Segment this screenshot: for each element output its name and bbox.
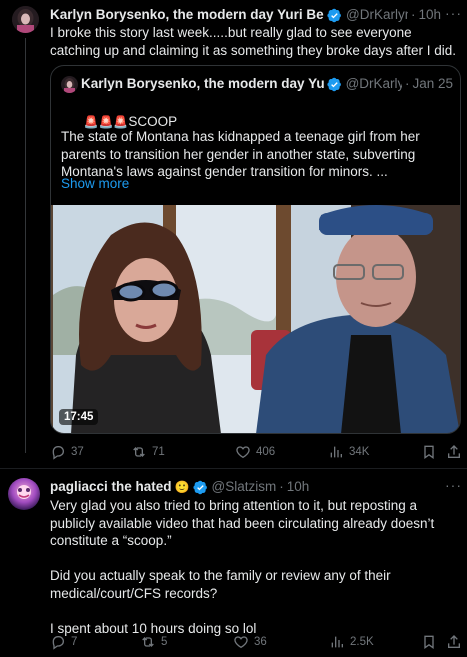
reply-count: 37 — [71, 446, 84, 458]
like-button[interactable]: 406 — [235, 444, 275, 460]
like-count: 406 — [256, 446, 276, 458]
like-button[interactable]: 36 — [233, 634, 267, 650]
reply-count: 7 — [71, 636, 78, 648]
headline-text: SCOOP — [128, 113, 178, 129]
share-icon — [448, 445, 460, 458]
post-time[interactable]: 10h — [287, 478, 310, 496]
separator-dot: · — [411, 7, 416, 22]
post-1: Karlyn Borysenko, the modern day Yuri Be… — [0, 0, 467, 460]
views-button[interactable]: 34K — [328, 444, 369, 460]
video-player[interactable]: 17:45 — [51, 205, 460, 433]
author-emoji: 🙂 — [174, 480, 190, 494]
author-name[interactable]: Karlyn Borysenko, the modern day Yuri Be… — [50, 6, 324, 24]
view-count: 34K — [349, 446, 370, 458]
reply-icon — [52, 446, 65, 460]
quoted-author-line: Karlyn Borysenko, the modern day Yuri Be… — [81, 75, 453, 93]
view-count: 2.5K — [350, 636, 374, 648]
share-icon — [448, 635, 460, 648]
video-thumbnail — [51, 205, 460, 433]
views-icon — [330, 446, 342, 458]
reply-button[interactable]: 7 — [50, 634, 77, 650]
bookmark-icon — [424, 635, 434, 649]
post-text: I broke this story last week.....but rea… — [50, 25, 456, 58]
quoted-post[interactable]: Karlyn Borysenko, the modern day Yuri Be… — [50, 65, 461, 434]
separator-dot: · — [279, 479, 284, 494]
quoted-body: The state of Montana has kidnapped a tee… — [61, 129, 424, 179]
siren-emoji-icons: 🚨🚨🚨 — [83, 114, 129, 129]
views-icon — [331, 636, 343, 648]
repost-icon — [142, 637, 154, 647]
quoted-post-time: Jan 25 — [412, 76, 453, 91]
share-button[interactable] — [446, 444, 462, 465]
show-more-link[interactable]: Show more — [61, 176, 129, 191]
author-avatar[interactable] — [12, 6, 39, 33]
post-2-actions: 7 5 36 2.5K — [50, 634, 462, 654]
post-time[interactable]: 10h — [419, 6, 442, 24]
more-options-icon[interactable]: ··· — [445, 5, 462, 21]
quoted-author-handle: @DrKarlynB — [345, 76, 402, 91]
video-duration: 17:45 — [59, 409, 99, 425]
heart-icon — [236, 446, 250, 459]
repost-icon — [133, 447, 145, 457]
post-2: pagliacci the hated 🙂 @Slatzism · 10h ··… — [0, 472, 467, 657]
bookmark-button[interactable] — [421, 634, 437, 655]
author-name[interactable]: pagliacci the hated — [50, 478, 172, 496]
author-handle[interactable]: @Slatzism — [212, 478, 277, 496]
quoted-author-name: Karlyn Borysenko, the modern day Yuri Be… — [81, 76, 324, 91]
bookmark-icon — [424, 445, 434, 459]
verified-badge-icon — [192, 480, 207, 494]
author-handle[interactable]: @DrKarlynB — [346, 6, 408, 24]
verified-badge-icon — [327, 77, 341, 91]
author-avatar[interactable] — [8, 478, 40, 510]
separator-dot: · — [404, 76, 410, 91]
reply-button[interactable]: 37 — [50, 444, 84, 460]
bookmark-button[interactable] — [421, 444, 437, 465]
reply-icon — [52, 636, 65, 650]
repost-count: 5 — [161, 636, 168, 648]
heart-icon — [234, 636, 248, 649]
thread-line — [25, 38, 26, 453]
repost-button[interactable]: 5 — [140, 634, 167, 650]
author-line: pagliacci the hated 🙂 @Slatzism · 10h — [50, 478, 442, 496]
like-count: 36 — [254, 636, 267, 648]
more-options-icon[interactable]: ··· — [445, 477, 462, 493]
quoted-author-avatar — [61, 76, 78, 93]
share-button[interactable] — [446, 634, 462, 655]
repost-button[interactable]: 71 — [131, 444, 165, 460]
post-divider — [0, 468, 467, 469]
post-1-actions: 37 71 406 34K — [50, 444, 462, 464]
repost-count: 71 — [152, 446, 165, 458]
post-text: Very glad you also tried to bring attent… — [50, 498, 435, 636]
author-line: Karlyn Borysenko, the modern day Yuri Be… — [50, 6, 442, 24]
verified-badge-icon — [327, 8, 341, 22]
views-button[interactable]: 2.5K — [329, 634, 374, 650]
